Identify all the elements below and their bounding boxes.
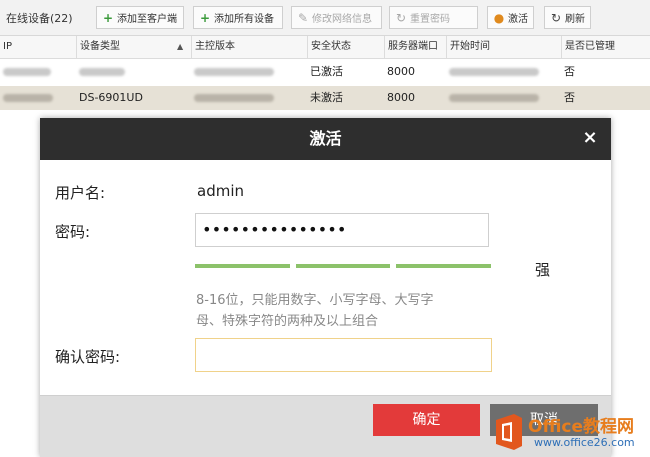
column-header[interactable]: 设备类型 xyxy=(76,36,191,58)
confirm-password-field[interactable] xyxy=(195,338,492,372)
activate-label: 激活 xyxy=(508,14,528,25)
activate-dialog: 激活 × 用户名: admin 密码: ••••••••••••••• 强 8-… xyxy=(40,118,611,457)
strength-bar-segment xyxy=(296,264,390,268)
server-port-cell: 8000 xyxy=(387,65,415,78)
password-field[interactable]: ••••••••••••••• xyxy=(195,213,489,247)
version-cell xyxy=(191,60,307,84)
password-label: 密码: xyxy=(55,223,91,241)
strength-bar-segment xyxy=(195,264,290,268)
column-header[interactable]: 开始时间 xyxy=(446,36,561,58)
username-label: 用户名: xyxy=(55,184,106,202)
password-hint-line: 8-16位，只能用数字、小写字母、大写字 xyxy=(196,293,434,308)
add-to-client-label: 添加至客户端 xyxy=(117,14,177,25)
blurred-value xyxy=(194,68,274,76)
strength-bar-segment xyxy=(396,264,491,268)
bulb-icon: ● xyxy=(493,10,505,25)
blurred-value xyxy=(3,68,51,76)
server-port-cell: 8000 xyxy=(387,91,415,104)
ok-button[interactable]: 确定 xyxy=(373,404,480,436)
ip-cell xyxy=(0,86,76,110)
table-row-selected[interactable]: DS-6901UD 未激活 8000 否 xyxy=(0,86,650,110)
plus-icon: + xyxy=(199,10,211,25)
table-header: IP 设备类型 ▲ 主控版本 安全状态 服务器端口 开始时间 是否已管理 xyxy=(0,36,650,59)
managed-cell: 否 xyxy=(564,91,575,104)
activate-button[interactable]: ● 激活 xyxy=(487,6,534,29)
blurred-value xyxy=(449,68,539,76)
start-time-cell xyxy=(446,86,561,110)
toolbar: 在线设备(22) + 添加至客户端 + 添加所有设备 ✎ 修改网络信息 ↻ 重置… xyxy=(0,0,650,36)
edit-icon: ✎ xyxy=(297,10,309,25)
security-status-cell: 已激活 xyxy=(310,65,343,78)
watermark-title: Office教程网 xyxy=(528,417,635,437)
dialog-title: 激活 xyxy=(309,129,342,148)
dialog-header: 激活 × xyxy=(40,118,611,160)
confirm-password-label: 确认密码: xyxy=(55,348,121,366)
password-hint: 8-16位，只能用数字、小写字母、大写字 母、特殊字符的两种及以上组合 xyxy=(196,290,502,332)
blurred-value xyxy=(3,94,53,102)
blurred-value xyxy=(194,94,274,102)
device-type-cell: DS-6901UD xyxy=(79,91,143,104)
online-devices-title: 在线设备(22) xyxy=(6,12,73,25)
reset-password-button[interactable]: ↻ 重置密码 xyxy=(389,6,478,29)
add-to-client-button[interactable]: + 添加至客户端 xyxy=(96,6,184,29)
column-header[interactable]: IP xyxy=(0,36,76,58)
password-hint-line: 母、特殊字符的两种及以上组合 xyxy=(196,314,379,329)
sort-ascending-icon: ▲ xyxy=(177,42,184,51)
security-status-cell: 未激活 xyxy=(310,91,343,104)
managed-cell: 否 xyxy=(564,65,575,78)
blurred-value xyxy=(79,68,125,76)
modify-network-button[interactable]: ✎ 修改网络信息 xyxy=(291,6,382,29)
add-all-devices-button[interactable]: + 添加所有设备 xyxy=(193,6,283,29)
column-header[interactable]: 是否已管理 xyxy=(561,36,650,58)
device-type-cell xyxy=(76,60,191,84)
start-time-cell xyxy=(446,60,561,84)
refresh-button[interactable]: ↻ 刷新 xyxy=(544,6,591,29)
reset-password-label: 重置密码 xyxy=(410,14,450,25)
page: 在线设备(22) + 添加至客户端 + 添加所有设备 ✎ 修改网络信息 ↻ 重置… xyxy=(0,0,650,457)
office-logo-icon xyxy=(496,414,522,450)
plus-icon: + xyxy=(102,10,114,25)
add-all-devices-label: 添加所有设备 xyxy=(214,14,274,25)
watermark-url: www.office26.com xyxy=(534,436,635,449)
table-row[interactable]: 已激活 8000 否 xyxy=(0,60,650,84)
column-header[interactable]: 服务器端口 xyxy=(384,36,446,58)
password-strength-label: 强 xyxy=(535,261,551,279)
watermark: Office教程网 www.office26.com xyxy=(492,410,648,454)
modify-network-label: 修改网络信息 xyxy=(312,14,372,25)
blurred-value xyxy=(449,94,539,102)
refresh-label: 刷新 xyxy=(565,14,585,25)
column-header[interactable]: 主控版本 xyxy=(191,36,307,58)
refresh-icon: ↻ xyxy=(395,10,407,25)
refresh-icon: ↻ xyxy=(550,10,562,25)
close-icon[interactable]: × xyxy=(579,127,601,149)
version-cell xyxy=(191,86,307,110)
username-value: admin xyxy=(197,182,244,200)
column-header[interactable]: 安全状态 xyxy=(307,36,384,58)
ip-cell xyxy=(0,60,76,84)
